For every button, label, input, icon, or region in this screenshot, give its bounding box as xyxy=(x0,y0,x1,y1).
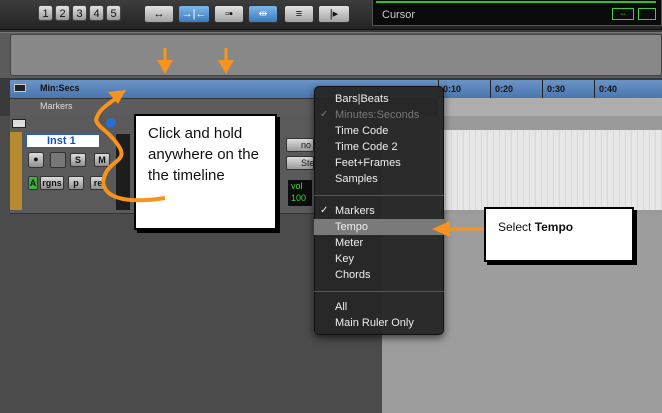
curved-arrow-icon xyxy=(93,90,166,203)
down-arrow-icon xyxy=(157,48,173,74)
annotation-arrows xyxy=(93,48,484,237)
left-arrow-icon xyxy=(432,221,484,237)
down-arrow-icon xyxy=(218,48,234,74)
